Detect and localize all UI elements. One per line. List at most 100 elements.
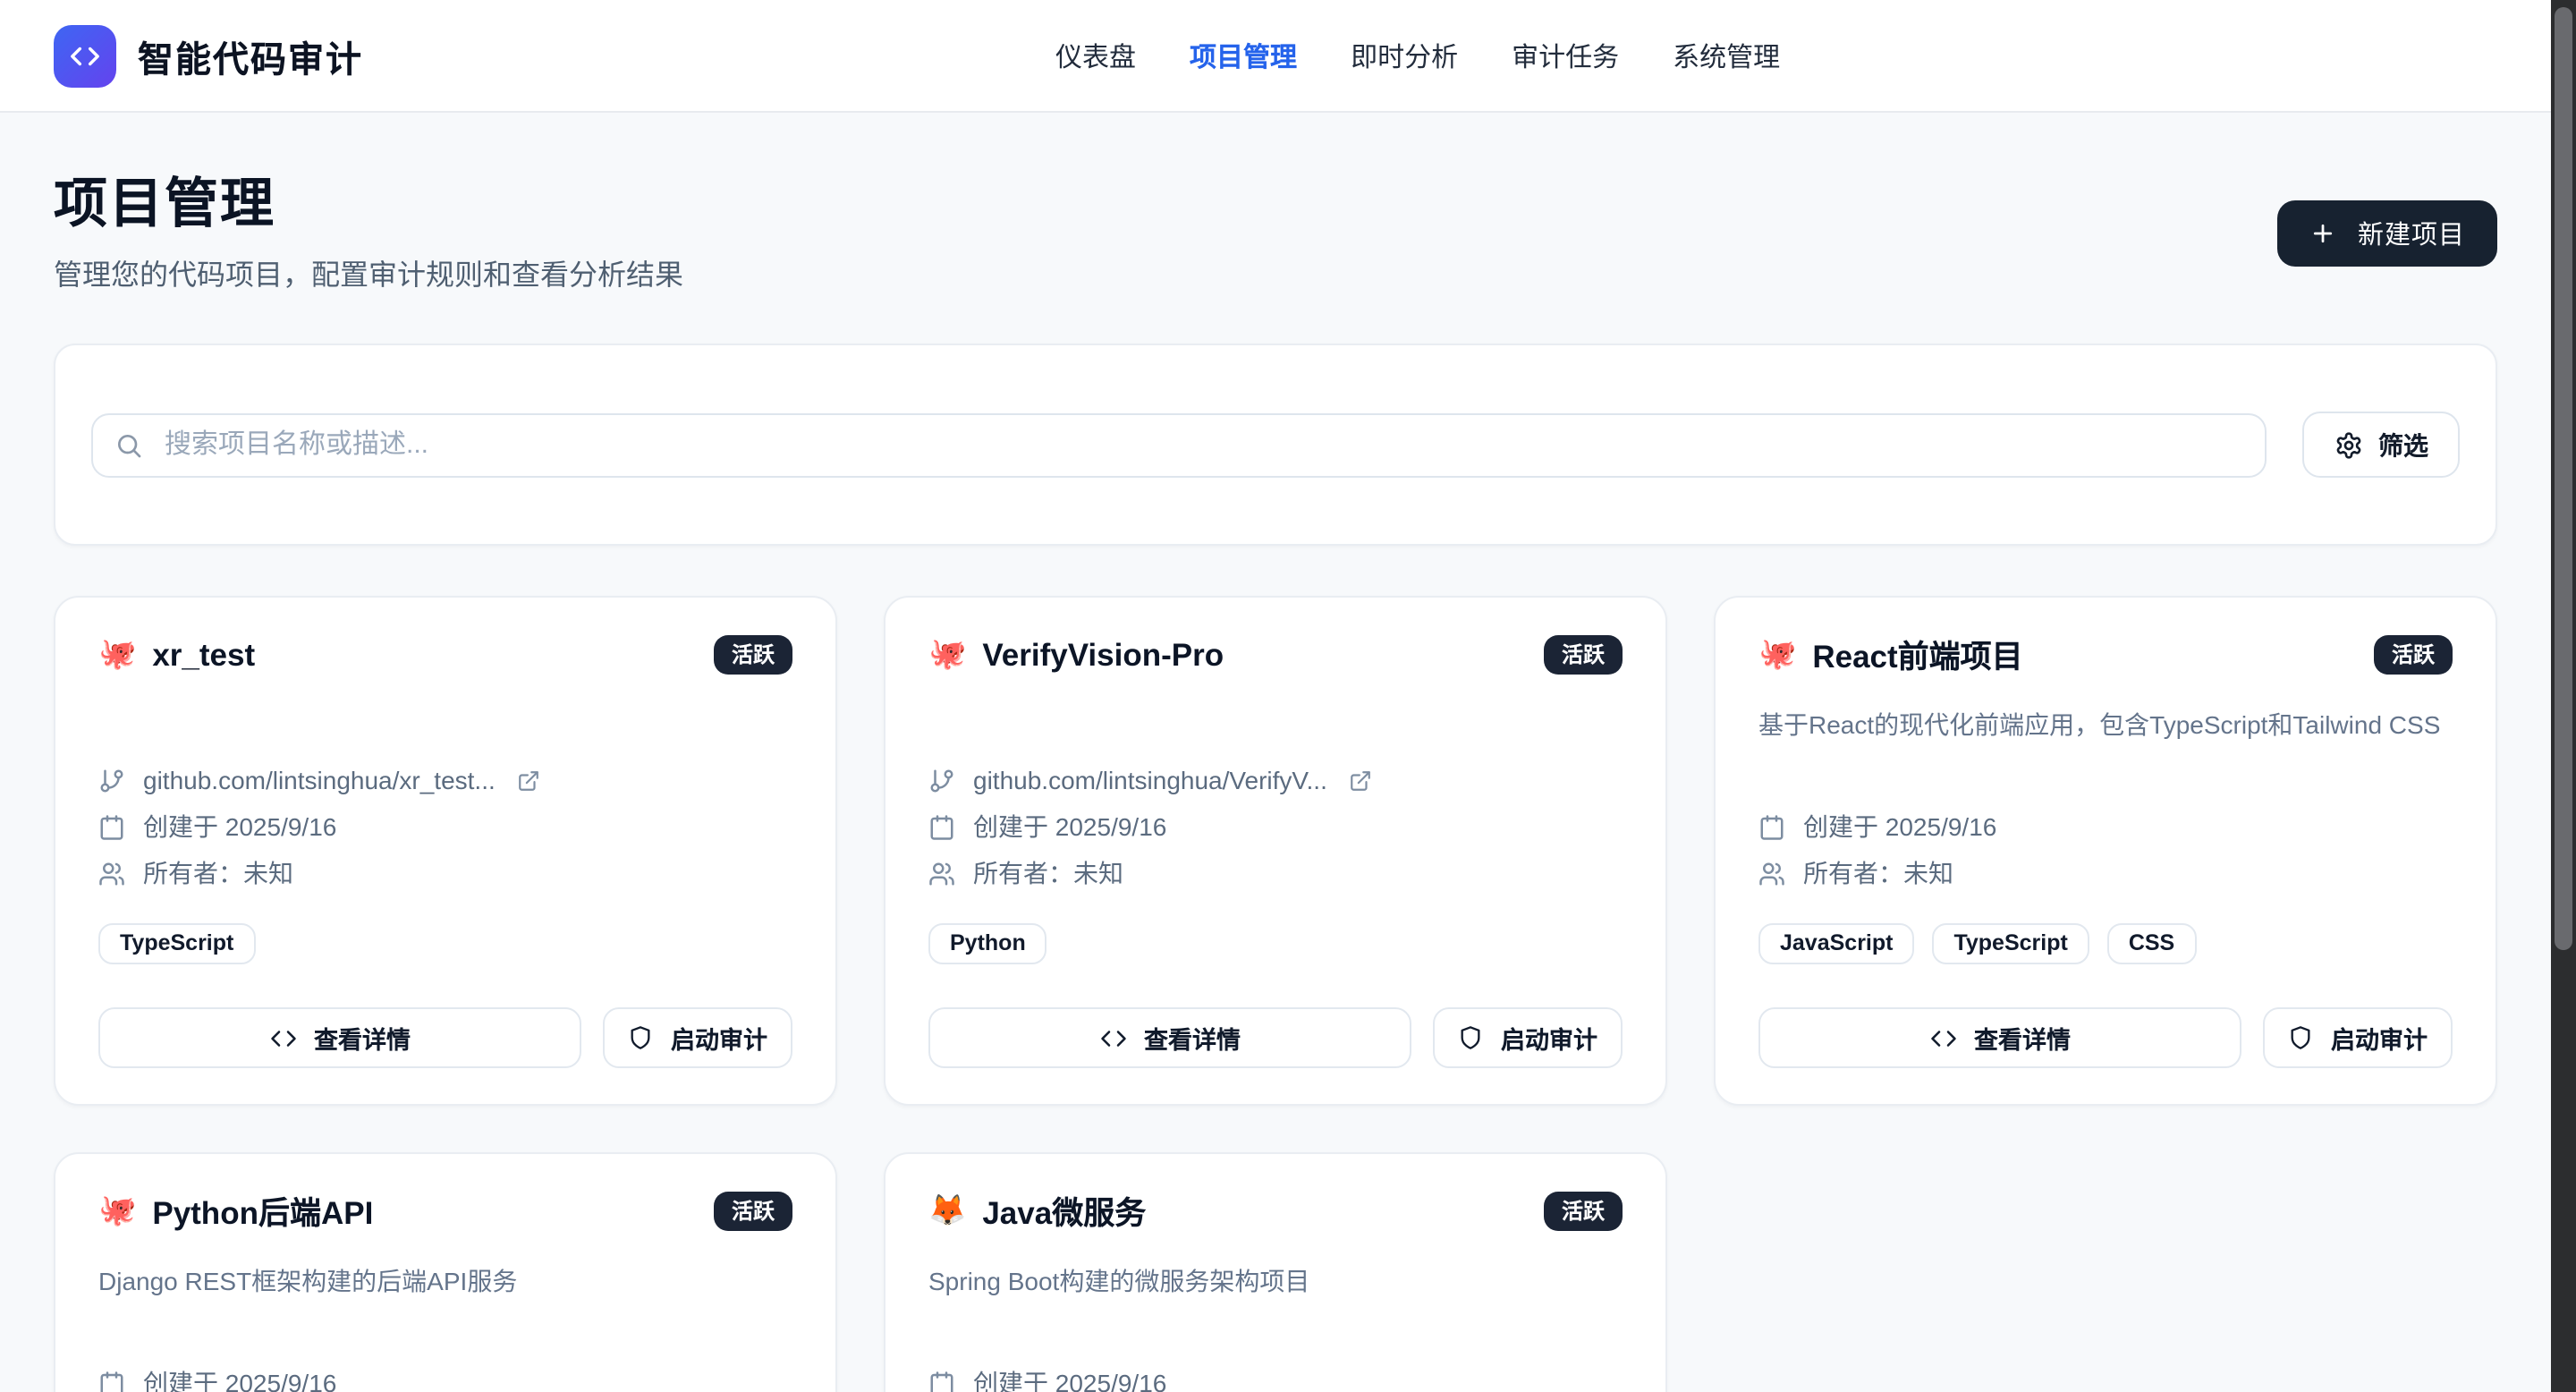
calendar-icon [928,813,955,840]
status-badge: 活跃 [714,635,792,675]
nav-item-dashboard[interactable]: 仪表盘 [1055,37,1136,74]
repo-url: github.com/lintsinghua/xr_test... [143,766,496,794]
new-project-button[interactable]: 新建项目 [2277,200,2497,267]
created-date: 创建于 2025/9/16 [98,1369,792,1392]
status-badge: 活跃 [714,1192,792,1231]
status-badge: 活跃 [1544,1192,1623,1231]
card-footer: 查看详情 启动审计 [98,1007,792,1068]
gear-icon [2334,430,2362,459]
search-icon [114,430,143,459]
created-label: 创建于 2025/9/16 [973,1369,1166,1392]
shield-icon [1458,1025,1483,1050]
project-description: 基于React的现代化前端应用，包含TypeScript和Tailwind CS… [1758,709,2453,762]
project-name: VerifyVision-Pro [982,636,1224,674]
main-content: 项目管理 管理您的代码项目，配置审计规则和查看分析结果 新建项目 [0,113,2576,1392]
tag-list: JavaScriptTypeScriptCSS [1758,923,2453,964]
shield-icon [628,1025,653,1050]
code-brackets-icon [70,40,100,71]
project-meta: 创建于 2025/9/16 [98,1369,792,1392]
created-label: 创建于 2025/9/16 [973,812,1166,841]
card-header: 🦊 Java微服务 活跃 [928,1190,1623,1233]
code-icon [1929,1024,1956,1051]
nav-item-projects[interactable]: 项目管理 [1190,37,1297,74]
tag-list: TypeScript [98,923,792,964]
project-owner: 所有者：未知 [1758,859,2453,887]
start-audit-button[interactable]: 启动审计 [603,1007,792,1068]
users-icon [98,860,125,887]
scrollbar[interactable] [2551,0,2576,1392]
nav-item-analysis[interactable]: 即时分析 [1351,37,1458,74]
project-meta: 创建于 2025/9/16 [928,1369,1623,1392]
project-tag: CSS [2107,923,2196,964]
start-audit-button[interactable]: 启动审计 [1433,1007,1623,1068]
status-badge: 活跃 [1544,635,1623,675]
card-header: 🐙 xr_test 活跃 [98,633,792,676]
created-label: 创建于 2025/9/16 [1803,812,1996,841]
project-emoji: 🐙 [928,637,966,673]
repo-url: github.com/lintsinghua/VerifyV... [973,766,1327,794]
nav-item-system[interactable]: 系统管理 [1673,37,1780,74]
page-title: 项目管理 [54,179,2497,233]
card-header: 🐙 Python后端API 活跃 [98,1190,792,1233]
scrollbar-thumb[interactable] [2555,7,2572,950]
project-owner: 所有者：未知 [98,859,792,887]
project-tag: TypeScript [98,923,255,964]
project-name: React前端项目 [1812,632,2022,677]
view-details-button[interactable]: 查看详情 [928,1007,1411,1068]
start-audit-button[interactable]: 启动审计 [2263,1007,2453,1068]
project-name: xr_test [152,636,255,674]
project-name: Python后端API [152,1189,373,1234]
nav-item-tasks[interactable]: 审计任务 [1512,37,1619,74]
project-tag: Python [928,923,1047,964]
filter-button[interactable]: 筛选 [2302,412,2460,478]
project-card: 🐙 Python后端API 活跃 Django REST框架构建的后端API服务… [54,1152,837,1392]
card-footer: 查看详情 启动审计 [928,1007,1623,1068]
project-description [98,709,792,762]
calendar-icon [1758,813,1785,840]
page-header: 项目管理 管理您的代码项目，配置审计规则和查看分析结果 新建项目 [54,113,2497,293]
card-footer: 查看详情 启动审计 [1758,1007,2453,1068]
project-name: Java微服务 [982,1189,1146,1234]
card-header: 🐙 React前端项目 活跃 [1758,633,2453,676]
view-details-button[interactable]: 查看详情 [98,1007,581,1068]
project-card: 🐙 VerifyVision-Pro 活跃 github.com/lintsin… [884,596,1667,1106]
page-subtitle: 管理您的代码项目，配置审计规则和查看分析结果 [54,259,2497,293]
main-nav: 仪表盘 项目管理 即时分析 审计任务 系统管理 [1055,0,1780,111]
git-branch-icon [98,767,125,794]
repo-link[interactable]: github.com/lintsinghua/VerifyV... [928,766,1623,794]
owner-label: 所有者：未知 [1803,859,1953,887]
project-emoji: 🦊 [928,1193,966,1229]
card-header: 🐙 VerifyVision-Pro 活跃 [928,633,1623,676]
project-description: Spring Boot构建的微服务架构项目 [928,1265,1623,1319]
tag-list: Python [928,923,1623,964]
project-card: 🦊 Java微服务 活跃 Spring Boot构建的微服务架构项目 创建于 2… [884,1152,1667,1392]
project-tag: TypeScript [1932,923,2089,964]
code-icon [269,1024,296,1051]
app-root: 智能代码审计 仪表盘项目管理即时分析审计任务系统管理 项目管理 管理您的代码项目… [0,0,2576,1392]
created-date: 创建于 2025/9/16 [928,812,1623,841]
view-details-button[interactable]: 查看详情 [1758,1007,2241,1068]
new-project-label: 新建项目 [2358,215,2465,252]
project-emoji: 🐙 [98,637,136,673]
repo-link[interactable]: github.com/lintsinghua/xr_test... [98,766,792,794]
calendar-icon [928,1370,955,1392]
project-card: 🐙 xr_test 活跃 github.com/lintsinghua/xr_t… [54,596,837,1106]
external-link-icon [1349,768,1372,792]
project-description: Django REST框架构建的后端API服务 [98,1265,792,1319]
search-box[interactable] [91,412,2267,477]
project-meta: 创建于 2025/9/16 所有者：未知 [1758,812,2453,887]
project-emoji: 🐙 [98,1193,136,1229]
app-logo [54,24,116,87]
created-date: 创建于 2025/9/16 [98,812,792,841]
external-link-icon [517,768,540,792]
git-branch-icon [928,767,955,794]
app-title: 智能代码审计 [138,30,363,81]
project-meta: github.com/lintsinghua/VerifyV... 创建于 20… [928,766,1623,887]
search-input[interactable] [161,428,2243,462]
users-icon [1758,860,1785,887]
owner-label: 所有者：未知 [973,859,1123,887]
project-meta: github.com/lintsinghua/xr_test... 创建于 20… [98,766,792,887]
owner-label: 所有者：未知 [143,859,293,887]
project-description [928,709,1623,762]
created-label: 创建于 2025/9/16 [143,1369,336,1392]
